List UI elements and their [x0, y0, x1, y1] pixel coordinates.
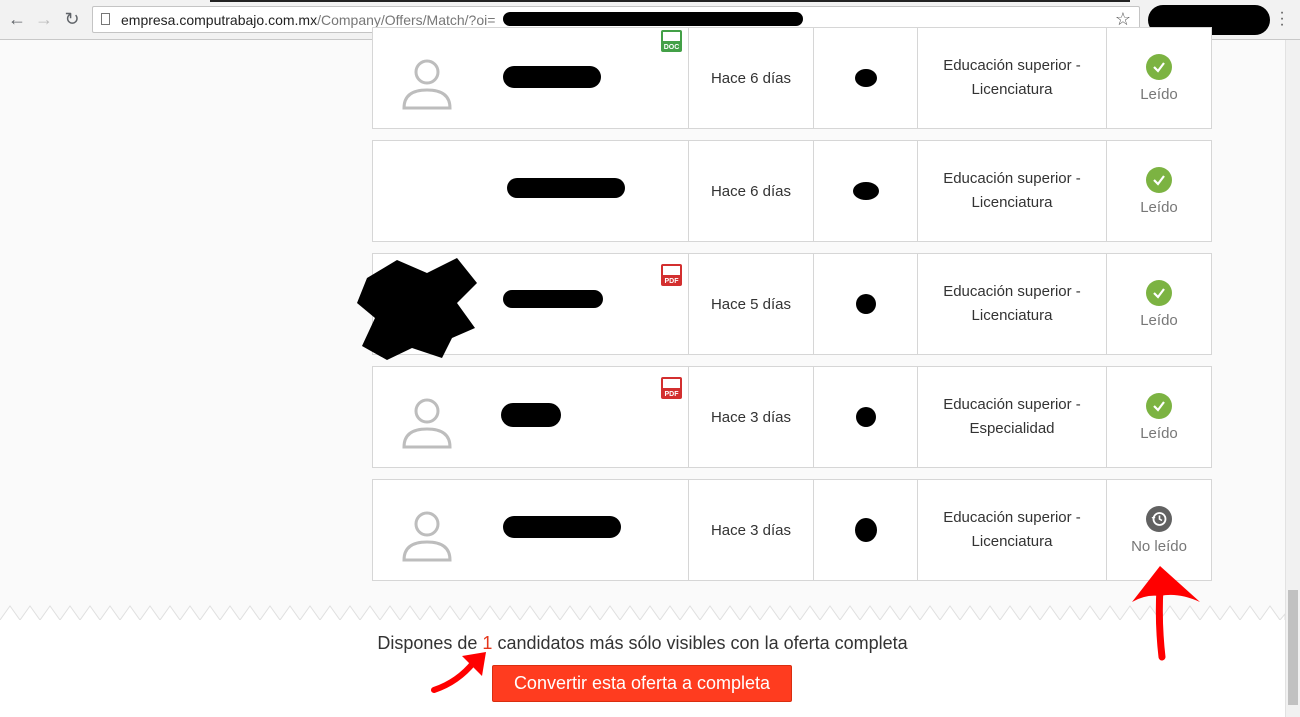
candidate-row[interactable]: PDF Hace 5 días Educación superior - Lice…	[357, 253, 1212, 360]
redacted-cell	[813, 254, 917, 354]
redacted-cell	[813, 141, 917, 241]
avatar-icon	[402, 398, 452, 449]
avatar-icon	[402, 59, 452, 110]
date-cell: Hace 5 días	[688, 254, 813, 354]
date-cell: Hace 3 días	[688, 367, 813, 467]
candidate-row[interactable]: PDF Hace 3 días Educación superior - Espe…	[372, 366, 1212, 468]
redacted-cell	[813, 367, 917, 467]
check-circle-icon	[1146, 166, 1172, 193]
date-cell: Hace 3 días	[688, 480, 813, 580]
date-cell: Hace 6 días	[688, 141, 813, 241]
check-circle-icon	[1146, 279, 1172, 306]
annotation-arrow-icon	[1132, 566, 1200, 661]
scrollbar-thumb[interactable]	[1288, 590, 1298, 705]
candidate-cell[interactable]: PDF	[373, 367, 688, 467]
check-circle-icon	[1146, 392, 1172, 419]
photo-redacted	[357, 258, 477, 360]
status-label: Leído	[1140, 85, 1178, 103]
redaction-mark	[854, 69, 877, 87]
check-circle-icon	[1146, 53, 1172, 80]
redaction-mark	[503, 12, 803, 26]
candidate-name-redacted[interactable]	[503, 66, 601, 88]
avatar-icon	[402, 511, 452, 562]
education-cell: Educación superior - Especialidad	[917, 367, 1106, 467]
status-cell: Leído	[1106, 141, 1211, 241]
candidate-row[interactable]: Hace 3 días Educación superior - Licencia…	[372, 479, 1212, 581]
pdf-file-icon[interactable]: PDF	[661, 377, 682, 399]
reload-icon[interactable]: ↻	[61, 8, 83, 30]
candidate-row[interactable]: Hace 6 días Educación superior - Licencia…	[372, 140, 1212, 242]
status-label: Leído	[1140, 198, 1178, 216]
status-cell: Leído	[1106, 254, 1211, 354]
pdf-file-icon[interactable]: PDF	[661, 264, 682, 286]
date-cell: Hace 6 días	[688, 28, 813, 128]
education-cell: Educación superior - Licenciatura	[917, 480, 1106, 580]
candidate-row[interactable]: DOC Hace 6 días Educación superior - Lice…	[372, 27, 1212, 129]
redacted-cell	[813, 28, 917, 128]
status-cell: Leído	[1106, 28, 1211, 128]
convert-offer-button[interactable]: Convertir esta oferta a completa	[492, 665, 792, 702]
candidate-name-redacted[interactable]	[507, 178, 625, 198]
candidate-name-redacted[interactable]	[501, 403, 561, 427]
candidate-cell[interactable]: PDF	[357, 254, 688, 360]
status-cell: Leído	[1106, 367, 1211, 467]
redaction-mark	[852, 182, 879, 200]
education-cell: Educación superior - Licenciatura	[917, 254, 1106, 354]
status-label: No leído	[1131, 537, 1187, 555]
back-arrow-icon[interactable]: ←	[6, 8, 28, 30]
candidate-cell[interactable]: DOC	[373, 28, 688, 128]
candidate-cell[interactable]	[373, 480, 688, 580]
status-label: Leído	[1140, 311, 1178, 329]
candidate-cell[interactable]	[373, 141, 688, 241]
redaction-mark	[855, 407, 876, 427]
redacted-cell	[813, 480, 917, 580]
candidate-list: DOC Hace 6 días Educación superior - Lice…	[357, 27, 1212, 592]
education-cell: Educación superior - Licenciatura	[917, 28, 1106, 128]
doc-file-icon[interactable]: DOC	[661, 30, 682, 52]
page-scrollbar[interactable]	[1285, 40, 1300, 717]
education-cell: Educación superior - Licenciatura	[917, 141, 1106, 241]
annotation-arrow-icon	[431, 652, 486, 693]
menu-dots-icon[interactable]: · · ·	[1278, 5, 1286, 33]
status-label: Leído	[1140, 424, 1178, 442]
browser-tab-edge	[210, 0, 1130, 2]
hidden-candidates-message: Dispones de 1 candidatos más sólo visibl…	[377, 633, 908, 653]
candidate-name-redacted[interactable]	[503, 290, 603, 308]
url-text: empresa.computrabajo.com.mx/Company/Offe…	[121, 12, 496, 28]
redaction-mark	[854, 518, 877, 542]
zigzag-divider	[0, 605, 1285, 622]
redaction-mark	[855, 294, 876, 314]
candidate-name-redacted[interactable]	[503, 516, 621, 538]
history-clock-icon	[1146, 505, 1172, 532]
page-icon	[101, 13, 110, 25]
forward-arrow-icon[interactable]: →	[33, 8, 55, 30]
